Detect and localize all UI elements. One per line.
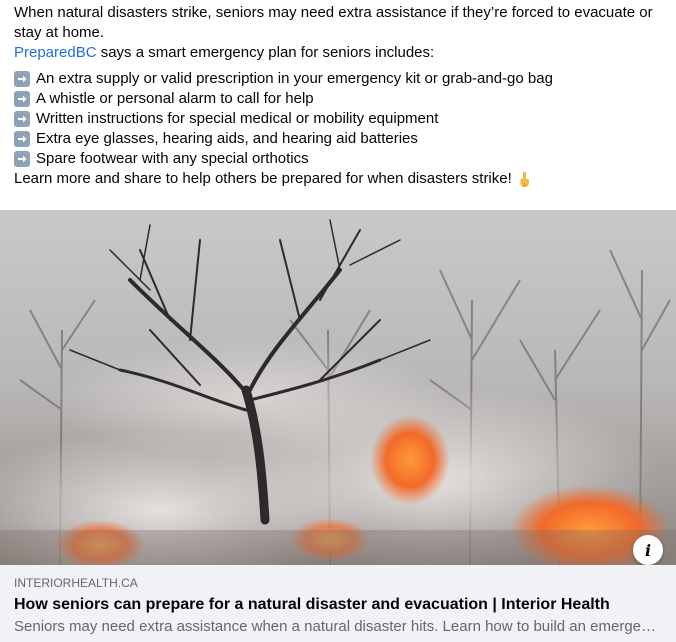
info-icon: i [644, 540, 652, 560]
link-domain: INTERIORHEALTH.CA [14, 576, 138, 590]
info-button[interactable]: i [633, 535, 663, 565]
right-arrow-icon [14, 151, 30, 167]
right-arrow-icon [14, 131, 30, 147]
list-item: Spare footwear with any special orthotic… [14, 149, 664, 169]
checklist: An extra supply or valid prescription in… [14, 69, 664, 169]
post-outro: Learn more and share to help others be p… [14, 169, 664, 189]
pointing-down-hand-icon [520, 172, 529, 187]
list-item-text: Written instructions for special medical… [36, 110, 439, 127]
link-preview-image[interactable]: i [0, 210, 676, 565]
list-item: Extra eye glasses, hearing aids, and hea… [14, 129, 664, 149]
wildfire-photo [0, 210, 676, 565]
mention-suffix: says a smart emergency plan for seniors … [96, 44, 435, 61]
right-arrow-icon [14, 91, 30, 107]
outro-text: Learn more and share to help others be p… [14, 170, 512, 187]
link-description: Seniors may need extra assistance when a… [14, 618, 662, 635]
post-message: When natural disasters strike, seniors m… [14, 3, 664, 189]
link-title: How seniors can prepare for a natural di… [14, 596, 610, 613]
right-arrow-icon [14, 71, 30, 87]
list-item: An extra supply or valid prescription in… [14, 69, 664, 89]
post-intro-mention: PreparedBC says a smart emergency plan f… [14, 43, 664, 63]
list-item-text: Spare footwear with any special orthotic… [36, 150, 309, 167]
list-item-text: Extra eye glasses, hearing aids, and hea… [36, 130, 418, 147]
list-item: Written instructions for special medical… [14, 109, 664, 129]
list-item-text: An extra supply or valid prescription in… [36, 70, 553, 87]
right-arrow-icon [14, 111, 30, 127]
list-item-text: A whistle or personal alarm to call for … [36, 90, 314, 107]
list-item: A whistle or personal alarm to call for … [14, 89, 664, 109]
link-preview-card[interactable]: INTERIORHEALTH.CA How seniors can prepar… [0, 565, 676, 642]
preparedbc-link[interactable]: PreparedBC [14, 44, 97, 61]
post-intro: When natural disasters strike, seniors m… [14, 4, 653, 41]
